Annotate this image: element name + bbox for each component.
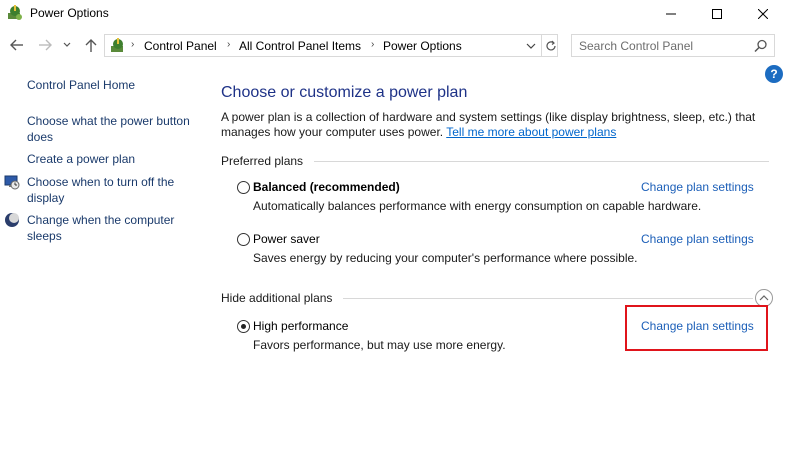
- forward-button[interactable]: [36, 36, 54, 54]
- sidebar-create-plan-link[interactable]: Create a power plan: [27, 151, 202, 167]
- sidebar-link-line: does: [27, 130, 54, 144]
- close-icon: [758, 9, 768, 19]
- breadcrumb-separator: ›: [371, 39, 375, 50]
- sleep-moon-icon: [5, 213, 19, 227]
- page-title: Choose or customize a power plan: [221, 84, 468, 101]
- arrow-up-icon: [85, 39, 97, 52]
- arrow-left-icon: [10, 39, 23, 51]
- plan-radio-balanced[interactable]: [237, 181, 250, 194]
- chevron-down-icon: [526, 43, 536, 49]
- window-title: Power Options: [30, 6, 109, 20]
- intro-text: A power plan is a collection of hardware…: [221, 110, 761, 140]
- plan-description: Saves energy by reducing your computer's…: [253, 251, 638, 265]
- breadcrumb-all-items[interactable]: All Control Panel Items: [239, 39, 361, 53]
- search-box[interactable]: Search Control Panel: [571, 34, 775, 57]
- sidebar-link-line: sleeps: [27, 229, 62, 243]
- sidebar-link-line: Choose when to turn off the: [27, 175, 175, 189]
- sidebar-link-line: Create a power plan: [27, 152, 136, 166]
- breadcrumb-separator: ›: [131, 39, 135, 50]
- preferred-plans-heading: Preferred plans: [221, 154, 304, 168]
- refresh-button[interactable]: [541, 35, 559, 56]
- breadcrumb-control-panel[interactable]: Control Panel: [144, 39, 217, 53]
- learn-more-link[interactable]: Tell me more about power plans: [446, 125, 616, 139]
- power-options-icon: [8, 5, 22, 20]
- change-plan-settings-link[interactable]: Change plan settings: [641, 232, 754, 246]
- address-dropdown-button[interactable]: [523, 38, 539, 54]
- maximize-button[interactable]: [694, 0, 740, 28]
- chevron-up-icon: [759, 295, 769, 301]
- display-clock-icon: [4, 175, 20, 190]
- plan-description: Favors performance, but may use more ene…: [253, 338, 506, 352]
- plan-name: Power saver: [253, 232, 320, 246]
- sidebar-display-off-link[interactable]: Choose when to turn off the display: [27, 174, 202, 206]
- plan-description: Automatically balances performance with …: [253, 199, 702, 213]
- minimize-icon: [666, 13, 676, 15]
- sidebar-link-line: Change when the computer: [27, 213, 175, 227]
- change-plan-settings-link[interactable]: Change plan settings: [641, 180, 754, 194]
- section-divider: [314, 161, 769, 162]
- sidebar-link-line: display: [27, 191, 65, 205]
- plan-radio-high-performance[interactable]: [237, 320, 250, 333]
- chevron-down-icon: [63, 42, 71, 47]
- search-input[interactable]: Search Control Panel: [579, 39, 693, 53]
- refresh-icon: [545, 40, 556, 50]
- section-divider: [343, 298, 753, 299]
- help-icon[interactable]: ?: [765, 65, 783, 83]
- navigation-bar: › Control Panel › All Control Panel Item…: [0, 30, 785, 60]
- sidebar-power-button-link[interactable]: Choose what the power button does: [27, 113, 202, 145]
- sidebar-sleep-link[interactable]: Change when the computer sleeps: [27, 212, 202, 244]
- up-button[interactable]: [82, 36, 100, 54]
- plan-name: Balanced (recommended): [253, 180, 400, 194]
- arrow-right-icon: [39, 39, 52, 51]
- recent-locations-button[interactable]: [60, 36, 74, 54]
- minimize-button[interactable]: [648, 0, 694, 28]
- breadcrumb-separator: ›: [227, 39, 231, 50]
- back-button[interactable]: [8, 36, 26, 54]
- plan-radio-power-saver[interactable]: [237, 233, 250, 246]
- plan-name: High performance: [253, 319, 349, 333]
- sidebar-link-line: Choose what the power button: [27, 114, 190, 128]
- search-icon[interactable]: [754, 39, 768, 53]
- sidebar: Control Panel Home Choose what the power…: [0, 60, 210, 458]
- maximize-icon: [712, 9, 722, 19]
- hide-additional-plans-heading[interactable]: Hide additional plans: [221, 291, 332, 305]
- sidebar-control-panel-home[interactable]: Control Panel Home: [27, 77, 202, 93]
- control-panel-icon: [111, 38, 123, 52]
- breadcrumb-power-options[interactable]: Power Options: [383, 39, 462, 53]
- title-bar: Power Options: [0, 0, 785, 28]
- close-button[interactable]: [740, 0, 785, 28]
- highlight-annotation-box: [625, 305, 768, 351]
- address-bar[interactable]: › Control Panel › All Control Panel Item…: [104, 34, 558, 57]
